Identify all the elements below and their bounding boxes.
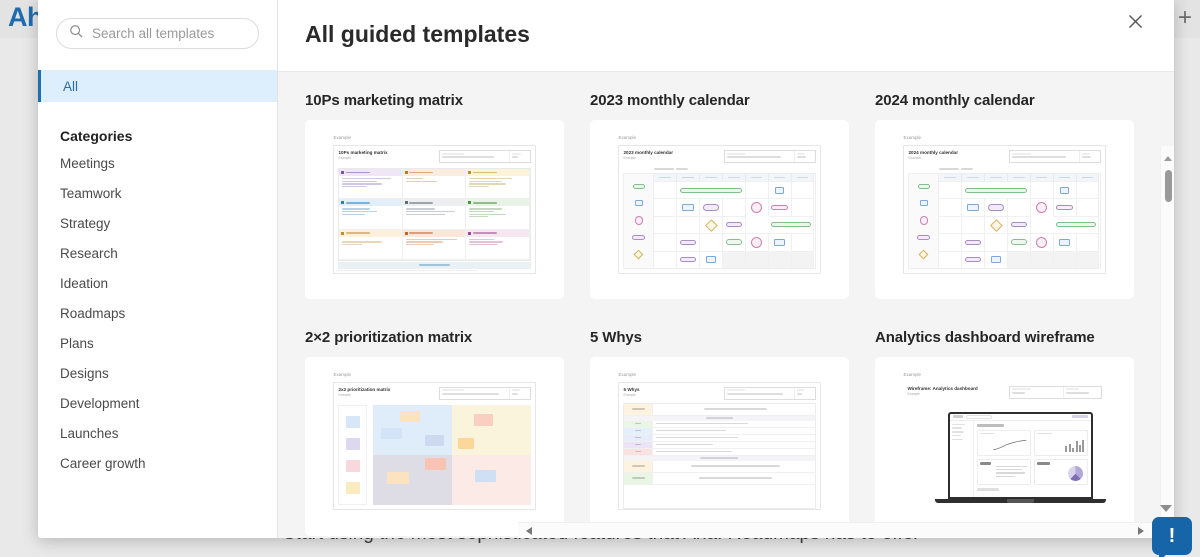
scroll-left-icon[interactable] bbox=[526, 527, 532, 535]
thumb-matrix bbox=[338, 404, 531, 506]
template-card: 5 Whys Example 5 Whys Example bbox=[590, 329, 849, 539]
thumb-meta bbox=[1008, 385, 1102, 399]
help-label: ! bbox=[1168, 524, 1176, 547]
thumb-example-label: Example bbox=[903, 371, 921, 377]
thumb-frame: Wireframe: Analytics dashboard Example bbox=[903, 381, 1107, 511]
vertical-scrollbar[interactable] bbox=[1160, 146, 1174, 522]
thumb-frame: 2x2 prioritization matrix Example bbox=[333, 381, 536, 511]
thumb-example-label: Example bbox=[333, 135, 351, 141]
template-card-title: 2023 monthly calendar bbox=[590, 92, 750, 109]
template-card-title: 2024 monthly calendar bbox=[875, 92, 1035, 109]
sidebar-item-label: Career growth bbox=[60, 455, 146, 471]
thumb-frame: 5 Whys Example bbox=[618, 381, 821, 511]
thumb-meta bbox=[438, 386, 531, 400]
sidebar-item-label: Meetings bbox=[60, 155, 115, 171]
sidebar-item-label: Ideation bbox=[60, 275, 109, 291]
templates-sidebar: All Categories Meetings Teamwork Strateg… bbox=[38, 0, 278, 538]
search-box[interactable] bbox=[56, 18, 259, 49]
templates-main: All guided templates 10Ps marketing matr… bbox=[278, 0, 1174, 538]
sidebar-item-all-label: All bbox=[63, 78, 79, 94]
thumb-example-label: Example bbox=[618, 135, 636, 141]
thumb-inner: Example 10Ps marketing matrix Example bbox=[333, 135, 536, 274]
screen: Ah + Start using the most sophisticated … bbox=[0, 0, 1200, 557]
template-card: 10Ps marketing matrix Example 10Ps marke… bbox=[305, 92, 564, 302]
thumb-meta bbox=[1008, 150, 1101, 164]
thumb-frame: 2023 monthly calendar Example bbox=[618, 145, 821, 274]
sidebar-item-label: Strategy bbox=[60, 215, 111, 231]
thumb-meta bbox=[723, 150, 816, 164]
thumb-example-label: Example bbox=[903, 135, 921, 141]
guided-templates-modal: All Categories Meetings Teamwork Strateg… bbox=[38, 0, 1174, 538]
scroll-up-icon[interactable] bbox=[1164, 156, 1172, 161]
sidebar-item-label: Research bbox=[60, 245, 118, 261]
template-thumbnail-10ps[interactable]: Example 10Ps marketing matrix Example bbox=[305, 120, 564, 299]
template-card-title: Analytics dashboard wireframe bbox=[875, 328, 1095, 346]
sidebar-item-strategy[interactable]: Strategy bbox=[38, 208, 277, 238]
sidebar-item-meetings[interactable]: Meetings bbox=[38, 148, 277, 178]
thumb-5whys-table bbox=[623, 402, 816, 510]
add-icon[interactable]: + bbox=[1178, 4, 1192, 32]
sidebar-item-ideation[interactable]: Ideation bbox=[38, 268, 277, 298]
template-thumbnail-2x2-matrix[interactable]: Example 2x2 prioritization matrix Exampl… bbox=[305, 356, 564, 536]
thumb-example-label: Example bbox=[333, 371, 351, 377]
close-icon[interactable] bbox=[1122, 8, 1148, 34]
template-card-title: 2×2 prioritization matrix bbox=[305, 328, 473, 346]
thumb-frame: 10Ps marketing matrix Example bbox=[333, 145, 536, 274]
sidebar-item-all[interactable]: All bbox=[38, 70, 277, 102]
search-icon bbox=[69, 24, 83, 43]
thumb-inner: Example 2x2 prioritization matrix Exampl… bbox=[333, 372, 536, 511]
sidebar-item-roadmaps[interactable]: Roadmaps bbox=[38, 298, 277, 328]
sidebar-item-launches[interactable]: Launches bbox=[38, 418, 277, 448]
template-card: 2024 monthly calendar Example 2024 month… bbox=[875, 92, 1134, 302]
modal-header: All guided templates bbox=[278, 0, 1174, 72]
template-thumbnail-2023-calendar[interactable]: Example 2023 monthly calendar Example bbox=[590, 120, 849, 299]
sidebar-item-label: Roadmaps bbox=[60, 305, 126, 321]
sidebar-item-label: Plans bbox=[60, 335, 94, 351]
sidebar-item-label: Development bbox=[60, 395, 140, 411]
thumb-wireframe bbox=[934, 411, 1107, 511]
template-card: Analytics dashboard wireframe Example Wi… bbox=[875, 329, 1134, 539]
thumb-calendar bbox=[908, 166, 1101, 269]
thumb-inner: Example 5 Whys Example bbox=[618, 372, 821, 511]
templates-grid: 10Ps marketing matrix Example 10Ps marke… bbox=[278, 72, 1160, 538]
templates-grid-area: 10Ps marketing matrix Example 10Ps marke… bbox=[278, 72, 1174, 538]
template-card: 2023 monthly calendar Example 2023 month… bbox=[590, 92, 849, 302]
thumb-inner: Example Wireframe: Analytics dashboard E… bbox=[903, 372, 1107, 511]
template-thumbnail-5-whys[interactable]: Example 5 Whys Example bbox=[590, 356, 849, 536]
thumb-example-label: Example bbox=[618, 371, 636, 377]
search-input[interactable] bbox=[92, 26, 246, 41]
sidebar-item-designs[interactable]: Designs bbox=[38, 358, 277, 388]
search-container bbox=[38, 0, 277, 49]
horizontal-scrollbar[interactable] bbox=[518, 522, 1174, 538]
thumb-frame: 2024 monthly calendar Example bbox=[903, 145, 1106, 274]
categories-list: Meetings Teamwork Strategy Research Idea… bbox=[38, 148, 277, 478]
sidebar-item-career-growth[interactable]: Career growth bbox=[38, 448, 277, 478]
thumb-ps-note bbox=[338, 267, 531, 273]
thumb-inner: Example 2024 monthly calendar Example bbox=[903, 135, 1106, 274]
template-thumbnail-analytics-wireframe[interactable]: Example Wireframe: Analytics dashboard E… bbox=[875, 356, 1134, 536]
sidebar-item-plans[interactable]: Plans bbox=[38, 328, 277, 358]
sidebar-item-label: Designs bbox=[60, 365, 109, 381]
template-thumbnail-2024-calendar[interactable]: Example 2024 monthly calendar Example bbox=[875, 120, 1134, 299]
scroll-right-icon[interactable] bbox=[1138, 527, 1144, 535]
scroll-down-icon[interactable] bbox=[1160, 505, 1172, 512]
sidebar-item-label: Launches bbox=[60, 425, 119, 441]
thumb-ps-grid bbox=[338, 168, 531, 261]
categories-heading: Categories bbox=[60, 128, 133, 144]
thumb-meta bbox=[723, 386, 816, 400]
template-card-title: 5 Whys bbox=[590, 328, 642, 346]
thumb-meta bbox=[438, 150, 531, 164]
help-button[interactable]: ! bbox=[1152, 517, 1192, 557]
thumb-calendar bbox=[623, 166, 816, 269]
sidebar-item-teamwork[interactable]: Teamwork bbox=[38, 178, 277, 208]
template-card-title: 10Ps marketing matrix bbox=[305, 92, 463, 109]
sidebar-item-development[interactable]: Development bbox=[38, 388, 277, 418]
page-title: All guided templates bbox=[305, 21, 530, 47]
vertical-scroll-thumb[interactable] bbox=[1164, 170, 1172, 202]
template-card: 2×2 prioritization matrix Example 2x2 pr… bbox=[305, 329, 564, 539]
sidebar-item-research[interactable]: Research bbox=[38, 238, 277, 268]
sidebar-item-label: Teamwork bbox=[60, 185, 122, 201]
thumb-inner: Example 2023 monthly calendar Example bbox=[618, 135, 821, 274]
